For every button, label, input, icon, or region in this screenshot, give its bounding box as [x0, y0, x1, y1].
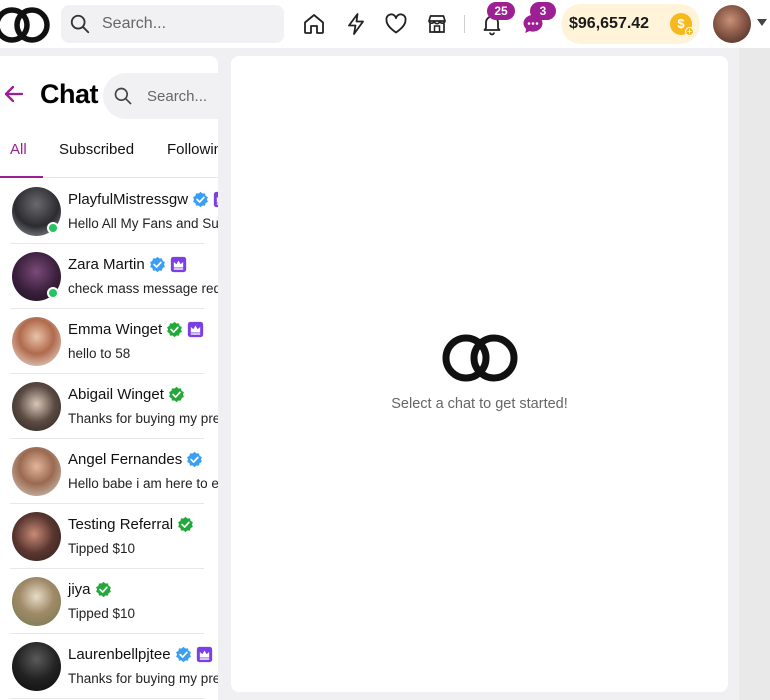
verified-badge-icon: [95, 581, 111, 598]
heart-icon[interactable]: [384, 12, 408, 36]
avatar: [12, 642, 61, 691]
list-item[interactable]: Laurenbellpjtee Thanks for buying my pre…: [0, 634, 218, 699]
chat-search-input[interactable]: [147, 87, 218, 105]
coin-symbol: $: [677, 16, 685, 31]
chat-main-panel: Select a chat to get started!: [231, 56, 728, 692]
avatar: [12, 382, 61, 431]
avatar: [12, 447, 61, 496]
verified-badge-icon: [175, 646, 191, 663]
page-scrollbar[interactable]: [739, 48, 770, 700]
divider: [464, 15, 465, 33]
verified-badge-icon: [187, 451, 203, 468]
last-message: check mass message redeem: [68, 281, 218, 296]
verified-badge-icon: [178, 516, 193, 533]
last-message: Thanks for buying my premium: [68, 411, 218, 426]
contact-name: Zara Martin: [68, 256, 145, 273]
crown-icon: [213, 191, 218, 208]
chat-tabs: All Subscribed Following: [0, 132, 218, 178]
list-item[interactable]: jiya Tipped $10: [0, 569, 218, 634]
page-title: Chat: [40, 79, 99, 109]
back-arrow-icon[interactable]: [4, 84, 24, 104]
search-icon: [70, 14, 90, 34]
tab-all[interactable]: All: [10, 141, 27, 158]
list-item[interactable]: Testing Referral Tipped $10: [0, 504, 218, 569]
wallet-balance[interactable]: $96,657.42 $ +: [561, 4, 700, 44]
empty-state-message: Select a chat to get started!: [391, 396, 568, 412]
verified-badge-icon: [149, 256, 165, 273]
chevron-down-icon[interactable]: [757, 19, 767, 26]
search-icon: [114, 87, 132, 105]
coin-add-icon[interactable]: $ +: [670, 13, 694, 36]
chat-search[interactable]: [103, 73, 218, 119]
avatar: [12, 317, 61, 366]
avatar: [12, 577, 61, 626]
notifications-badge: 25: [487, 2, 515, 20]
balance-amount: $96,657.42: [569, 15, 650, 32]
user-avatar[interactable]: [713, 5, 751, 43]
lightning-icon[interactable]: [344, 12, 368, 36]
contact-name: Angel Fernandes: [68, 451, 183, 468]
chat-sidebar: Chat All Subscribed Following PlayfulMis…: [0, 56, 218, 700]
tab-following[interactable]: Following: [167, 141, 218, 158]
verified-badge-icon: [167, 321, 183, 338]
avatar: [12, 512, 61, 561]
contact-name: jiya: [68, 581, 91, 598]
logo-icon: [442, 334, 518, 382]
contact-name: Emma Winget: [68, 321, 163, 338]
list-item[interactable]: PlayfulMistressgw Hello All My Fans and …: [0, 179, 218, 244]
contact-name: Testing Referral: [68, 516, 174, 533]
contact-name: Abigail Winget: [68, 386, 164, 403]
last-message: Tipped $10: [68, 606, 136, 621]
online-indicator: [47, 222, 59, 234]
messages-badge: 3: [530, 2, 556, 20]
divider: [10, 698, 204, 699]
global-search-input[interactable]: [102, 15, 262, 33]
last-message: hello to 58: [68, 346, 131, 361]
list-item[interactable]: Abigail Winget Thanks for buying my prem…: [0, 374, 218, 439]
list-item[interactable]: Angel Fernandes Hello babe i am here to …: [0, 439, 218, 504]
conversation-list: PlayfulMistressgw Hello All My Fans and …: [0, 179, 218, 699]
last-message: Tipped $10: [68, 541, 136, 556]
list-item[interactable]: Zara Martin check mass message redeem: [0, 244, 218, 309]
contact-name: PlayfulMistressgw: [68, 191, 189, 208]
active-tab-indicator: [0, 176, 43, 178]
verified-badge-icon: [168, 386, 184, 403]
verified-badge-icon: [193, 191, 208, 208]
crown-icon: [170, 256, 186, 273]
top-bar: 25 3 $96,657.42 $ +: [0, 0, 770, 48]
logo-icon[interactable]: [0, 3, 52, 47]
plus-icon: +: [685, 27, 694, 36]
store-icon[interactable]: [425, 12, 449, 36]
last-message: Thanks for buying my premium: [68, 671, 218, 686]
tab-subscribed[interactable]: Subscribed: [59, 141, 134, 158]
online-indicator: [47, 287, 59, 299]
crown-icon: [196, 646, 212, 663]
last-message: Hello All My Fans and Subscribers: [68, 216, 218, 231]
contact-name: Laurenbellpjtee: [68, 646, 171, 663]
home-icon[interactable]: [302, 12, 326, 36]
global-search[interactable]: [61, 5, 284, 43]
last-message: Hello babe i am here to entertain: [68, 476, 218, 491]
list-item[interactable]: Emma Winget hello to 58: [0, 309, 218, 374]
crown-icon: [188, 321, 204, 338]
